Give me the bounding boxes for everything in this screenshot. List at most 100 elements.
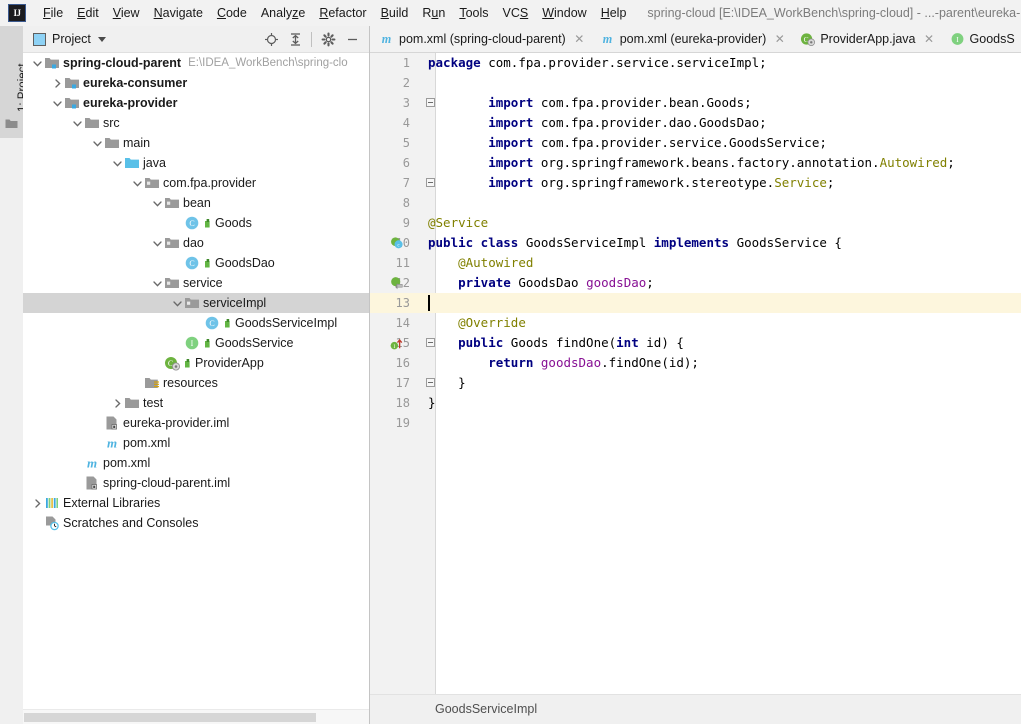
code-line-9[interactable]: 9 @Service — [370, 213, 1021, 233]
menu-item-code[interactable]: Code — [210, 3, 254, 23]
code-content[interactable]: 1 package com.fpa.provider.service.servic… — [370, 53, 1021, 695]
tree-expander[interactable] — [51, 77, 64, 90]
code-line-6[interactable]: 6 import org.springframework.beans.facto… — [370, 153, 1021, 173]
tree-node-pom-xml[interactable]: m pom.xml — [23, 433, 369, 453]
menu-item-help[interactable]: Help — [594, 3, 634, 23]
code-line-8[interactable]: 8 — [370, 193, 1021, 213]
tree-node-goodsservice[interactable]: I GoodsService — [23, 333, 369, 353]
tree-expander[interactable] — [151, 237, 164, 250]
menu-item-build[interactable]: Build — [374, 3, 416, 23]
chevron-down-icon[interactable] — [52, 98, 63, 109]
tree-expander[interactable] — [151, 197, 164, 210]
tree-node-dao[interactable]: dao — [23, 233, 369, 253]
chevron-down-icon[interactable] — [32, 58, 43, 69]
tree-node-service[interactable]: service — [23, 273, 369, 293]
tree-node-resources[interactable]: resources — [23, 373, 369, 393]
menu-item-navigate[interactable]: Navigate — [147, 3, 210, 23]
chevron-down-icon[interactable] — [132, 178, 143, 189]
code-line-2[interactable]: 2 — [370, 73, 1021, 93]
autowired-icon[interactable] — [390, 276, 404, 290]
chevron-down-icon[interactable] — [97, 36, 106, 42]
tree-node-spring-cloud-parent-iml[interactable]: spring-cloud-parent.iml — [23, 473, 369, 493]
tree-node-scratches-and-consoles[interactable]: Scratches and Consoles — [23, 513, 369, 533]
tree-expander[interactable] — [71, 117, 84, 130]
tree-node-eureka-consumer[interactable]: eureka-consumer — [23, 73, 369, 93]
tree-node-external-libraries[interactable]: External Libraries — [23, 493, 369, 513]
editor-tab-goodss[interactable]: I GoodsS — [941, 26, 1021, 52]
close-icon[interactable]: ✕ — [774, 33, 785, 45]
minimize-icon[interactable] — [341, 28, 363, 50]
tree-node-pom-xml[interactable]: m pom.xml — [23, 453, 369, 473]
breadcrumb[interactable]: GoodsServiceImpl — [435, 702, 537, 716]
menu-item-window[interactable]: Window — [535, 3, 593, 23]
spring-bean-icon[interactable]: c — [390, 236, 404, 250]
code-line-11[interactable]: 11 @Autowired — [370, 253, 1021, 273]
collapse-all-icon[interactable] — [284, 28, 306, 50]
editor-tab-pom-xml-spring-cloud-parent-[interactable]: m pom.xml (spring-cloud-parent) ✕ — [370, 26, 591, 52]
tree-expander[interactable] — [31, 497, 44, 510]
chevron-down-icon[interactable] — [152, 278, 163, 289]
menu-item-run[interactable]: Run — [415, 3, 452, 23]
menu-item-tools[interactable]: Tools — [452, 3, 495, 23]
chevron-down-icon[interactable] — [112, 158, 123, 169]
tree-expander[interactable] — [91, 137, 104, 150]
code-line-17[interactable]: 17 } — [370, 373, 1021, 393]
editor-tab-pom-xml-eureka-provider-[interactable]: m pom.xml (eureka-provider) ✕ — [591, 26, 792, 52]
tree-expander[interactable] — [31, 57, 44, 70]
tool-window-button-project[interactable]: 1: Project — [0, 26, 29, 138]
code-line-15[interactable]: 15 I public Goods findOne(int id) { — [370, 333, 1021, 353]
chevron-down-icon[interactable] — [152, 198, 163, 209]
tree-node-goodsdao[interactable]: C GoodsDao — [23, 253, 369, 273]
code-line-7[interactable]: 7 import org.springframework.stereotype.… — [370, 173, 1021, 193]
menu-item-vcs[interactable]: VCS — [496, 3, 536, 23]
code-line-16[interactable]: 16 return goodsDao.findOne(id); — [370, 353, 1021, 373]
tree-expander[interactable] — [111, 157, 124, 170]
menu-item-refactor[interactable]: Refactor — [312, 3, 373, 23]
implements-method-icon[interactable]: I — [390, 336, 404, 350]
code-line-3[interactable]: 3 import com.fpa.provider.bean.Goods; — [370, 93, 1021, 113]
project-horizontal-scrollbar[interactable] — [23, 709, 369, 724]
editor-tab-providerapp-java[interactable]: C ProviderApp.java ✕ — [791, 26, 940, 52]
code-line-4[interactable]: 4 import com.fpa.provider.dao.GoodsDao; — [370, 113, 1021, 133]
tree-node-main[interactable]: main — [23, 133, 369, 153]
code-line-18[interactable]: 18} — [370, 393, 1021, 413]
close-icon[interactable]: ✕ — [924, 33, 935, 45]
tree-node-serviceimpl[interactable]: serviceImpl — [23, 293, 369, 313]
tree-node-eureka-provider-iml[interactable]: eureka-provider.iml — [23, 413, 369, 433]
tree-node-test[interactable]: test — [23, 393, 369, 413]
gear-icon[interactable] — [317, 28, 339, 50]
tree-node-java[interactable]: java — [23, 153, 369, 173]
tree-node-goodsserviceimpl[interactable]: C GoodsServiceImpl — [23, 313, 369, 333]
menu-item-view[interactable]: View — [106, 3, 147, 23]
chevron-down-icon[interactable] — [72, 118, 83, 129]
code-line-12[interactable]: 12 private GoodsDao goodsDao; — [370, 273, 1021, 293]
scrollbar-thumb[interactable] — [24, 713, 316, 722]
locate-icon[interactable] — [260, 28, 282, 50]
tree-expander[interactable] — [111, 397, 124, 410]
code-editor[interactable]: 1 package com.fpa.provider.service.servic… — [370, 53, 1021, 695]
code-line-14[interactable]: 14 @Override — [370, 313, 1021, 333]
tree-node-src[interactable]: src — [23, 113, 369, 133]
tree-node-eureka-provider[interactable]: eureka-provider — [23, 93, 369, 113]
menu-item-analyze[interactable]: Analyze — [254, 3, 312, 23]
tree-expander[interactable] — [51, 97, 64, 110]
tree-node-spring-cloud-parent[interactable]: spring-cloud-parent E:\IDEA_WorkBench\spr… — [23, 53, 369, 73]
tree-node-goods[interactable]: C Goods — [23, 213, 369, 233]
code-line-13[interactable]: 13 — [370, 293, 1021, 313]
tree-node-providerapp[interactable]: C ProviderApp — [23, 353, 369, 373]
tree-expander[interactable] — [151, 277, 164, 290]
chevron-right-icon[interactable] — [32, 498, 43, 509]
code-line-19[interactable]: 19 — [370, 413, 1021, 433]
menu-item-file[interactable]: File — [36, 3, 70, 23]
chevron-right-icon[interactable] — [52, 78, 63, 89]
menu-item-edit[interactable]: Edit — [70, 3, 106, 23]
chevron-down-icon[interactable] — [92, 138, 103, 149]
chevron-right-icon[interactable] — [112, 398, 123, 409]
tree-expander[interactable] — [131, 177, 144, 190]
code-line-10[interactable]: 10 c public class GoodsServiceImpl impleme… — [370, 233, 1021, 253]
chevron-down-icon[interactable] — [152, 238, 163, 249]
chevron-down-icon[interactable] — [172, 298, 183, 309]
code-line-5[interactable]: 5 import com.fpa.provider.service.GoodsS… — [370, 133, 1021, 153]
close-icon[interactable]: ✕ — [574, 33, 585, 45]
tree-expander[interactable] — [171, 297, 184, 310]
